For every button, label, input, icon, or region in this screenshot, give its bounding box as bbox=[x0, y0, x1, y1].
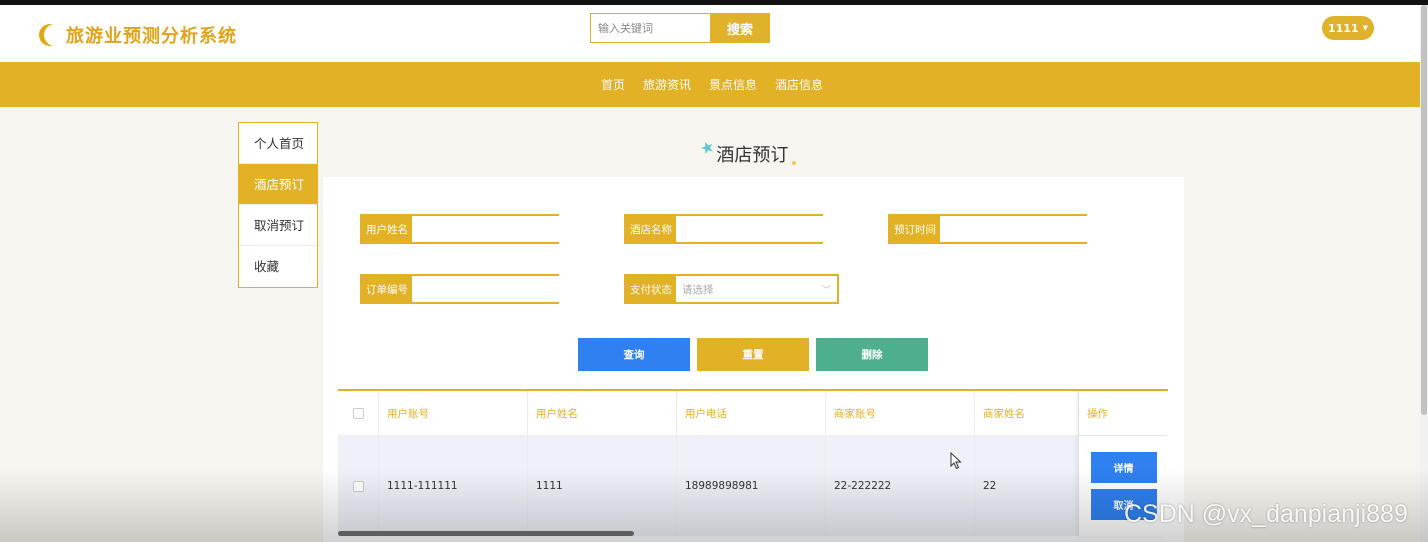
user-name-input[interactable] bbox=[412, 216, 567, 242]
column-header: 商家账号 bbox=[826, 391, 975, 435]
row-checkbox[interactable] bbox=[352, 480, 364, 492]
cell-user-name: 1111 bbox=[528, 436, 677, 536]
pay-status-filter-label: 支付状态 bbox=[626, 276, 676, 302]
pay-status-placeholder: 请选择 bbox=[682, 283, 714, 296]
app-logo[interactable]: 旅游业预测分析系统 bbox=[38, 22, 237, 48]
user-name-filter: 用户姓名 bbox=[360, 214, 567, 244]
row-checkbox-cell bbox=[338, 436, 379, 536]
search-button[interactable]: 搜索 bbox=[710, 13, 770, 43]
dot-decoration bbox=[792, 161, 797, 165]
search-input[interactable] bbox=[590, 13, 710, 43]
caret-down-icon: ▼ bbox=[1362, 24, 1368, 32]
pay-status-filter: 支付状态 请选择 ﹀ bbox=[624, 274, 839, 304]
booking-table: 用户账号 用户姓名 用户电话 商家账号 商家姓名 操作 1111-111111 … bbox=[338, 389, 1168, 536]
user-menu-button[interactable]: 1111 ▼ bbox=[1322, 16, 1374, 40]
column-header: 操作 bbox=[1079, 391, 1168, 435]
order-no-filter: 订单编号 bbox=[360, 274, 567, 304]
pay-status-select[interactable]: 请选择 ﹀ bbox=[676, 276, 837, 302]
order-no-filter-label: 订单编号 bbox=[362, 276, 412, 302]
sidebar-item-cancel-booking[interactable]: 取消预订 bbox=[239, 205, 317, 246]
page-title: ★ 酒店预订 bbox=[697, 136, 797, 167]
cell-user-account: 1111-111111 bbox=[379, 436, 528, 536]
mouse-cursor-icon bbox=[950, 452, 962, 470]
select-all-checkbox[interactable] bbox=[352, 407, 364, 419]
header-checkbox-cell bbox=[338, 391, 379, 435]
column-header: 用户姓名 bbox=[528, 391, 677, 435]
booking-time-filter-label: 预订时间 bbox=[890, 216, 940, 242]
cell-user-phone: 18989898981 bbox=[677, 436, 826, 536]
sidebar-item-hotel-booking[interactable]: 酒店预订 bbox=[239, 164, 317, 205]
watermark: CSDN @vx_danpianji889 bbox=[1124, 500, 1408, 528]
query-button[interactable]: 查询 bbox=[578, 338, 690, 371]
hotel-name-filter: 酒店名称 bbox=[624, 214, 831, 244]
user-name: 1111 bbox=[1327, 21, 1359, 35]
column-header: 用户电话 bbox=[677, 391, 826, 435]
hotel-name-filter-label: 酒店名称 bbox=[626, 216, 676, 242]
hotel-name-input[interactable] bbox=[676, 216, 831, 242]
sidebar-menu: 个人首页 酒店预订 取消预订 收藏 bbox=[238, 122, 318, 288]
cell-merchant-account: 22-222222 bbox=[826, 436, 975, 536]
nav-item-attractions[interactable]: 景点信息 bbox=[709, 76, 757, 93]
column-header: 用户账号 bbox=[379, 391, 528, 435]
detail-button[interactable]: 详情 bbox=[1090, 452, 1157, 483]
booking-time-filter: 预订时间 bbox=[888, 214, 1095, 244]
user-name-filter-label: 用户姓名 bbox=[362, 216, 412, 242]
table-row[interactable]: 1111-111111 1111 18989898981 22-222222 2… bbox=[338, 436, 1168, 536]
chevron-down-icon: ﹀ bbox=[821, 285, 831, 296]
app-title: 旅游业预测分析系统 bbox=[66, 26, 237, 47]
booking-time-input[interactable] bbox=[940, 216, 1095, 242]
delete-button[interactable]: 删除 bbox=[816, 338, 928, 371]
star-icon: ★ bbox=[697, 136, 718, 159]
table-horizontal-scrollbar[interactable] bbox=[338, 531, 634, 536]
nav-item-home[interactable]: 首页 bbox=[601, 76, 625, 93]
sidebar-item-favorites[interactable]: 收藏 bbox=[239, 246, 317, 287]
reset-button[interactable]: 重置 bbox=[697, 338, 809, 371]
page-title-text: 酒店预订 bbox=[716, 145, 789, 166]
main-nav: 首页 旅游资讯 景点信息 酒店信息 bbox=[0, 62, 1420, 107]
cell-merchant-name: 22 bbox=[975, 436, 1079, 536]
moon-icon bbox=[44, 24, 66, 46]
column-header: 商家姓名 bbox=[975, 391, 1079, 435]
sidebar-item-profile[interactable]: 个人首页 bbox=[239, 123, 317, 164]
order-no-input[interactable] bbox=[412, 276, 567, 302]
table-header: 用户账号 用户姓名 用户电话 商家账号 商家姓名 操作 bbox=[338, 391, 1168, 436]
nav-item-hotels[interactable]: 酒店信息 bbox=[775, 76, 823, 93]
page-scrollbar-thumb[interactable] bbox=[1421, 5, 1427, 415]
nav-item-travel-news[interactable]: 旅游资讯 bbox=[643, 76, 691, 93]
